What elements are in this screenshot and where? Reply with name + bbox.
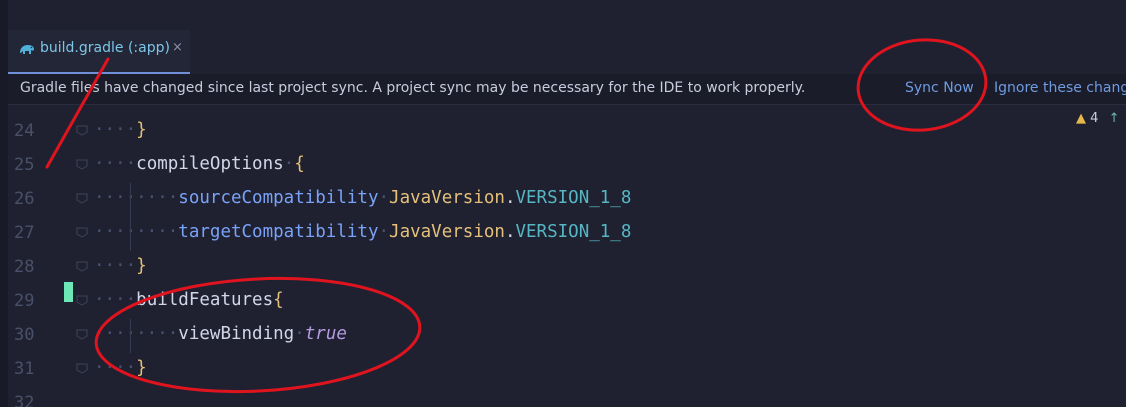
code-token: { <box>273 290 284 310</box>
editor-tab-bar: build.gradle (:app) × <box>8 30 1126 74</box>
fold-marker-icon[interactable] <box>76 294 88 306</box>
fold-marker-icon[interactable] <box>76 362 88 374</box>
code-text: ········sourceCompatibility·JavaVersion.… <box>94 188 631 208</box>
ignore-changes-link[interactable]: Ignore these change <box>994 80 1126 96</box>
code-text: ····} <box>94 256 147 276</box>
code-token: VERSION_1_8 <box>515 222 632 242</box>
indent-dots: ···· <box>94 358 137 378</box>
code-editor[interactable]: 24 ····} 25 ····compileOptions·{26 ········s… <box>8 105 1126 407</box>
indent-guide <box>130 319 131 353</box>
indent-dots: ···· <box>94 256 137 276</box>
code-text: ····} <box>94 120 147 140</box>
indent-dots: ···· <box>94 154 137 174</box>
left-gutter-strip <box>0 0 8 407</box>
fold-marker-icon[interactable] <box>76 192 88 204</box>
code-token: compileOptions <box>136 154 284 174</box>
ide-window: build.gradle (:app) × Gradle files have … <box>0 0 1126 407</box>
notification-message: Gradle files have changed since last pro… <box>20 80 806 96</box>
line-number: 27 <box>14 223 35 243</box>
close-icon[interactable]: × <box>172 40 183 55</box>
change-marker <box>64 282 73 302</box>
code-text: ····buildFeatures{ <box>94 290 284 310</box>
code-line[interactable]: 25 ····compileOptions·{ <box>8 149 1126 183</box>
code-line[interactable]: 29 ····buildFeatures{ <box>8 285 1126 319</box>
code-token: true <box>304 324 347 344</box>
fold-marker-icon[interactable] <box>76 260 88 272</box>
line-number: 25 <box>14 155 35 175</box>
indent-dots: ········ <box>94 188 179 208</box>
code-line[interactable]: 30 ········viewBinding·true <box>8 319 1126 353</box>
code-text: ········viewBinding·true <box>94 324 347 344</box>
code-text: ····compileOptions·{ <box>94 154 305 174</box>
indent-dots: ········ <box>94 222 179 242</box>
gradle-elephant-icon <box>20 45 34 54</box>
code-line[interactable]: 32 <box>8 387 1126 407</box>
code-token: viewBinding <box>178 324 295 344</box>
code-line[interactable]: 24 ····} <box>8 115 1126 149</box>
tab-label: build.gradle (:app) <box>40 40 170 56</box>
code-token: } <box>136 120 147 140</box>
line-number: 24 <box>14 121 35 141</box>
fold-marker-icon[interactable] <box>76 226 88 238</box>
code-token: buildFeatures <box>136 290 274 310</box>
code-token: · <box>294 324 305 344</box>
gradle-sync-notification-bar: Gradle files have changed since last pro… <box>8 74 1126 105</box>
fold-marker-icon[interactable] <box>76 158 88 170</box>
code-token: targetCompatibility <box>178 222 379 242</box>
code-token: } <box>136 256 147 276</box>
code-token: JavaVersion <box>389 222 505 242</box>
line-number: 31 <box>14 359 35 379</box>
indent-dots: ········ <box>94 324 179 344</box>
line-number: 32 <box>14 393 35 407</box>
code-token: sourceCompatibility <box>178 188 379 208</box>
code-line[interactable]: 31 ····} <box>8 353 1126 387</box>
code-text: ····} <box>94 358 147 378</box>
sync-now-link[interactable]: Sync Now <box>905 80 974 96</box>
code-token: . <box>504 222 516 242</box>
fold-marker-icon[interactable] <box>76 328 88 340</box>
indent-guide <box>130 183 131 251</box>
code-token: VERSION_1_8 <box>515 188 632 208</box>
code-line[interactable]: 28 ····} <box>8 251 1126 285</box>
code-line[interactable]: 26 ········sourceCompatibility·JavaVersio… <box>8 183 1126 217</box>
code-token: } <box>136 358 147 378</box>
code-token: { <box>294 154 305 174</box>
line-number: 26 <box>14 189 35 209</box>
code-token: · <box>378 188 390 208</box>
code-line[interactable]: 27 ········targetCompatibility·JavaVersio… <box>8 217 1126 251</box>
line-number: 29 <box>14 291 35 311</box>
indent-dots: ···· <box>94 120 137 140</box>
fold-marker-icon[interactable] <box>76 124 88 136</box>
code-token: JavaVersion <box>389 188 505 208</box>
code-token: · <box>378 222 390 242</box>
line-number: 28 <box>14 257 35 277</box>
tab-build-gradle-app[interactable]: build.gradle (:app) × <box>8 30 190 74</box>
indent-dots: ···· <box>94 290 137 310</box>
code-token: . <box>504 188 516 208</box>
code-text: ········targetCompatibility·JavaVersion.… <box>94 222 631 242</box>
code-token: · <box>283 154 295 174</box>
line-number: 30 <box>14 325 35 345</box>
